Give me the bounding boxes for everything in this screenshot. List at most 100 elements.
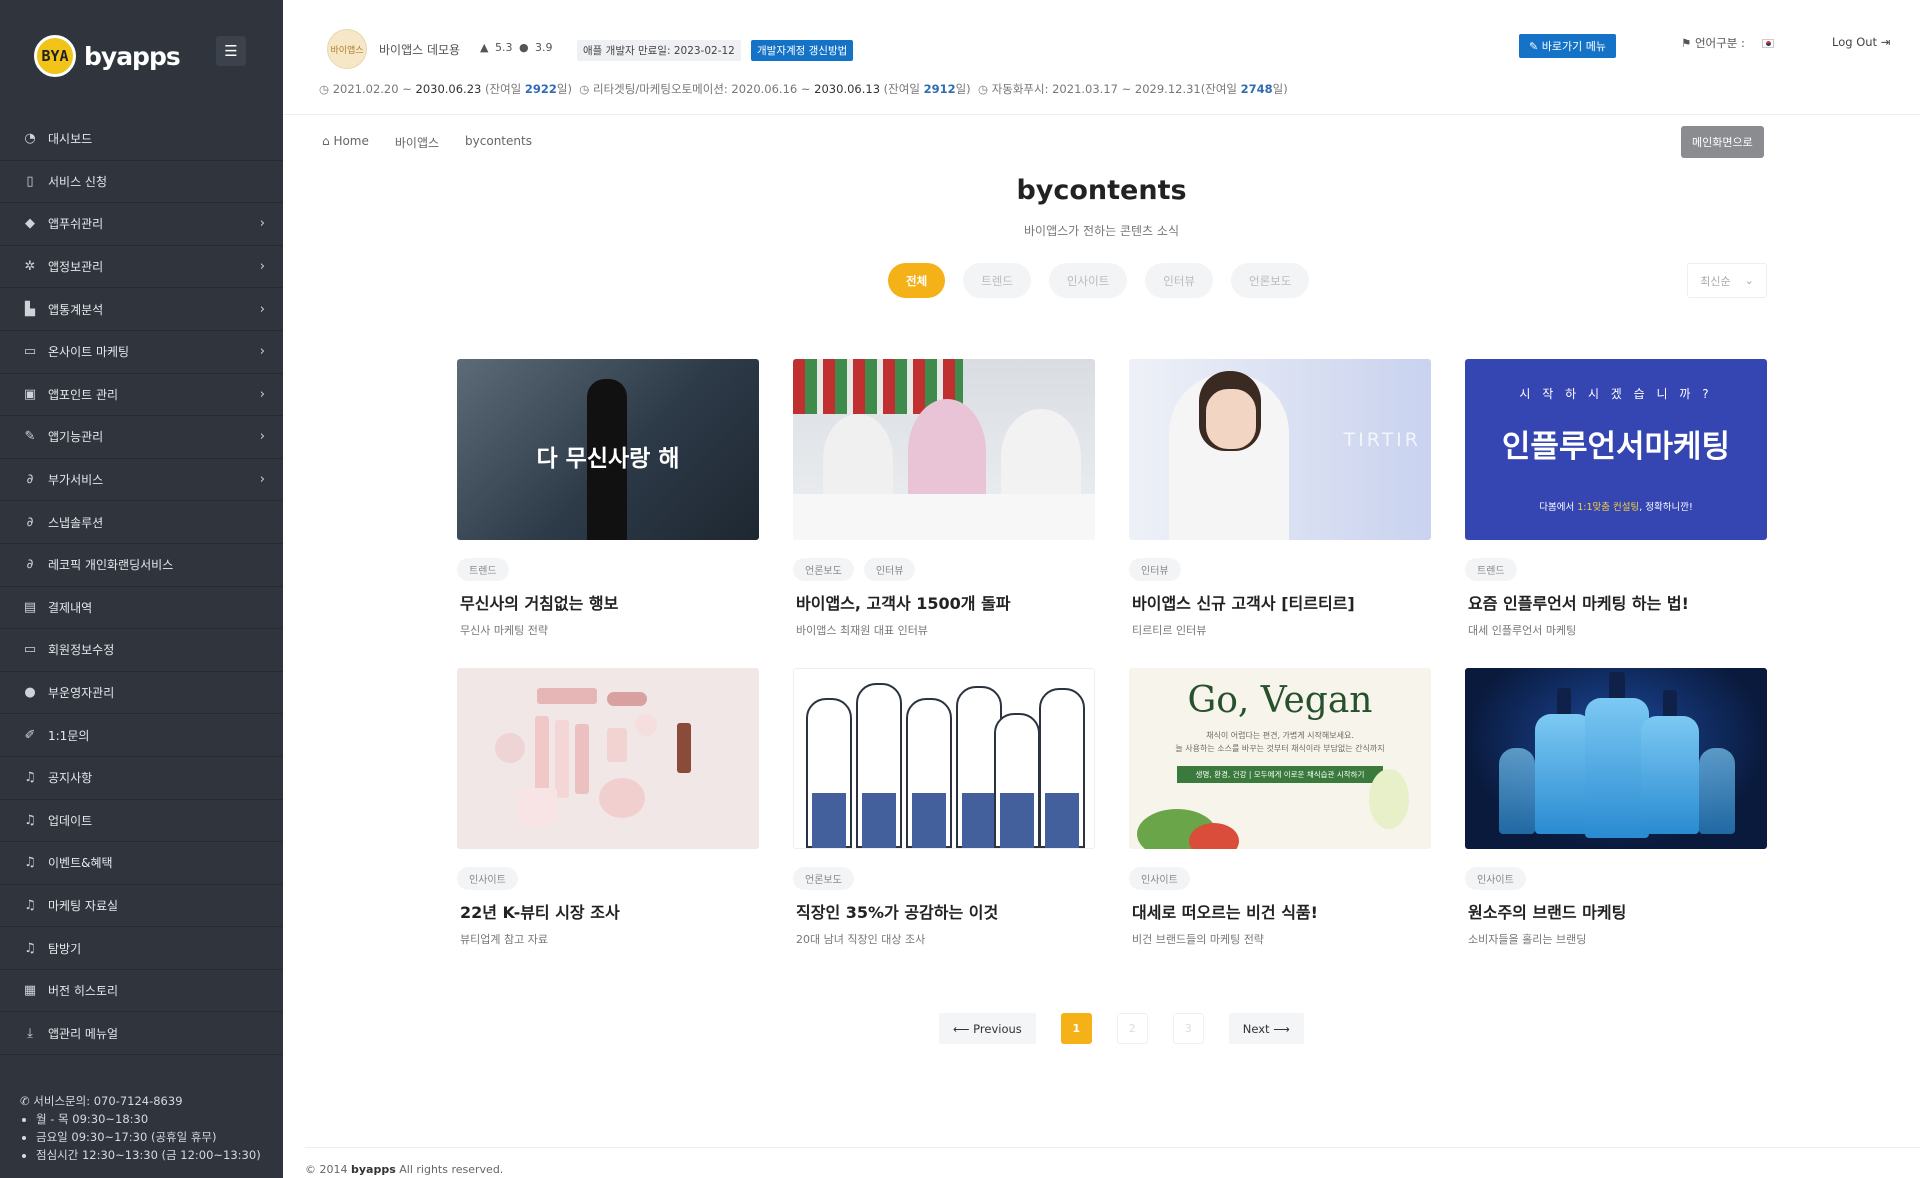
sidebar-item[interactable]: ♫ 마케팅 자료실: [0, 885, 283, 928]
card-thumbnail[interactable]: 시 작 하 시 겠 습 니 까 ? 인플루언서마케팅 다봄에서 1:1맞춤 컨설…: [1465, 359, 1767, 540]
content-card[interactable]: 언론보도 직장인 35%가 공감하는 이것 20대 남녀 직장인 대상 조사: [793, 668, 1095, 977]
sidebar-item[interactable]: ▤ 결제내역: [0, 587, 283, 630]
content-card[interactable]: 인사이트 22년 K-뷰티 시장 조사 뷰티업계 참고 자료: [457, 668, 759, 977]
sidebar-item[interactable]: ● 부운영자관리: [0, 672, 283, 715]
microphone-icon: ♫: [24, 897, 36, 913]
card-title[interactable]: 직장인 35%가 공감하는 이것: [793, 899, 1095, 923]
bottle: [1499, 748, 1535, 834]
card-title[interactable]: 요즘 인플루언서 마케팅 하는 법!: [1465, 590, 1767, 614]
sidebar-item-label: 대시보드: [48, 132, 93, 147]
card-tag: 트렌드: [457, 558, 509, 581]
sidebar-item[interactable]: ▦ 버전 히스토리: [0, 970, 283, 1013]
hours-line: 월 - 목 09:30~18:30: [36, 1110, 261, 1128]
card-title[interactable]: 22년 K-뷰티 시장 조사: [457, 899, 759, 923]
sidebar-item[interactable]: ▣ 앱포인트 관리 ›: [0, 374, 283, 417]
chevron-right-icon: ›: [259, 344, 265, 360]
filter-chip[interactable]: 트렌드: [963, 263, 1031, 298]
card-thumbnail[interactable]: Go, Vegan 채식이 어렵다는 편견, 가볍게 시작해보세요. 늘 사용하…: [1129, 668, 1431, 849]
pants: [912, 793, 946, 848]
card-thumbnail[interactable]: [793, 359, 1095, 540]
sidebar-item-label: 온사이트 마케팅: [48, 345, 130, 360]
paperclip-icon: ∂: [26, 557, 34, 573]
next-button[interactable]: Next ⟶: [1228, 1013, 1304, 1044]
hours-line: 점심시간 12:30~13:30 (금 12:00~13:30): [36, 1146, 261, 1164]
main-page-button[interactable]: 메인화면으로: [1681, 126, 1764, 158]
breadcrumb-home[interactable]: ⌂ Home: [322, 134, 369, 151]
filter-chip[interactable]: 인터뷰: [1145, 263, 1213, 298]
download-icon: ⤓: [27, 1025, 33, 1041]
cosmetic-item: [607, 728, 627, 762]
shortcut-menu-button[interactable]: ✎ 바로가기 메뉴: [1519, 34, 1616, 58]
card-tag: 인사이트: [1465, 867, 1526, 890]
footer-divider: [305, 1147, 1920, 1148]
sidebar-item-label: 이벤트&혜택: [48, 856, 113, 871]
card-tag: 인터뷰: [1129, 558, 1181, 581]
gift-icon: ▣: [23, 386, 37, 402]
card-thumbnail[interactable]: [457, 668, 759, 849]
sidebar-item[interactable]: ⤓ 앱관리 메뉴얼: [0, 1012, 283, 1056]
card-title[interactable]: 대세로 떠오르는 비건 식품!: [1129, 899, 1431, 923]
content-card[interactable]: 인사이트 원소주의 브랜드 마케팅 소비자들을 홀리는 브랜딩: [1465, 668, 1767, 977]
filter-chip[interactable]: 전체: [888, 263, 946, 298]
renew-account-button[interactable]: 개발자계정 갱신방법: [751, 40, 854, 61]
sidebar-item[interactable]: ♫ 업데이트: [0, 800, 283, 843]
logo[interactable]: BYA byapps: [34, 35, 181, 77]
filter-chip[interactable]: 언론보도: [1231, 263, 1310, 298]
archive-icon: ▦: [23, 983, 37, 999]
card-thumbnail[interactable]: 다 무신사랑 해: [457, 359, 759, 540]
sidebar-item[interactable]: ▭ 온사이트 마케팅 ›: [0, 331, 283, 374]
service-dates: ◷ 2021.02.20 ~ 2030.06.23 (잔여일 2922일) ◷ …: [319, 82, 1288, 96]
hamburger-menu-icon[interactable]: ☰: [216, 36, 246, 66]
sidebar-item-label: 앱정보관리: [48, 260, 104, 275]
sidebar-item-label: 공지사항: [48, 771, 93, 786]
card-icon: ▭: [23, 642, 37, 658]
sidebar-item-label: 부운영자관리: [48, 686, 115, 701]
sidebar-item-label: 레코픽 개인화랜딩서비스: [48, 558, 174, 573]
sidebar-item[interactable]: ∂ 스냅솔루션: [0, 501, 283, 544]
content-card[interactable]: 언론보도 인터뷰 바이앱스, 고객사 1500개 돌파 바이앱스 최재원 대표 인…: [793, 359, 1095, 668]
card-thumbnail[interactable]: [1465, 668, 1767, 849]
page-button[interactable]: 3: [1172, 1013, 1204, 1044]
card-tag: 인사이트: [1129, 867, 1190, 890]
sidebar-item[interactable]: ♫ 탐방기: [0, 927, 283, 970]
sidebar-item[interactable]: ∂ 레코픽 개인화랜딩서비스: [0, 544, 283, 587]
thumbnail-headline: Go, Vegan: [1187, 680, 1373, 721]
sidebar-item[interactable]: ♫ 이벤트&혜택: [0, 842, 283, 885]
page-button[interactable]: 2: [1116, 1013, 1148, 1044]
bottle: [1641, 716, 1699, 834]
card-thumbnail[interactable]: [793, 668, 1095, 849]
person: [908, 399, 986, 504]
person: [823, 414, 893, 504]
breadcrumb-item[interactable]: 바이앱스: [395, 134, 439, 151]
cosmetic-item: [607, 692, 647, 706]
sidebar-item[interactable]: ▙ 앱통계분석 ›: [0, 288, 283, 331]
filter-chip[interactable]: 인사이트: [1048, 263, 1128, 298]
card-title[interactable]: 무신사의 거침없는 행보: [457, 590, 759, 614]
sidebar-item[interactable]: ▭ 회원정보수정: [0, 629, 283, 672]
pants: [862, 793, 896, 848]
sidebar-item[interactable]: ✎ 앱기능관리 ›: [0, 416, 283, 459]
language-selector[interactable]: ⚑ 언어구분 :: [1681, 35, 1775, 51]
page-button[interactable]: 1: [1060, 1013, 1092, 1044]
gear-icon: ✲: [24, 259, 36, 275]
content-card[interactable]: Go, Vegan 채식이 어렵다는 편견, 가볍게 시작해보세요. 늘 사용하…: [1129, 668, 1431, 977]
sidebar-item[interactable]: ♫ 공지사항: [0, 757, 283, 800]
sidebar-item[interactable]: ✐ 1:1문의: [0, 714, 283, 757]
sort-select[interactable]: 최신순 ⌄: [1687, 263, 1767, 298]
card-subtitle: 비건 브랜드들의 마케팅 전략: [1132, 933, 1264, 946]
sidebar-item[interactable]: ✲ 앱정보관리 ›: [0, 246, 283, 289]
content-card[interactable]: 시 작 하 시 겠 습 니 까 ? 인플루언서마케팅 다봄에서 1:1맞춤 컨설…: [1465, 359, 1767, 668]
previous-button[interactable]: ⟵ Previous: [939, 1013, 1036, 1044]
card-title[interactable]: 바이앱스 신규 고객사 [티르티르]: [1129, 590, 1431, 614]
card-title[interactable]: 바이앱스, 고객사 1500개 돌파: [793, 590, 1095, 614]
sidebar-item[interactable]: ◔ 대시보드: [0, 118, 283, 161]
content-card[interactable]: TIRTIR 인터뷰 바이앱스 신규 고객사 [티르티르] 티르티르 인터뷰: [1129, 359, 1431, 668]
card-title[interactable]: 원소주의 브랜드 마케팅: [1465, 899, 1767, 923]
category-filters: 전체 트렌드 인사이트 인터뷰 언론보도: [888, 263, 1310, 298]
apple-icon: ●: [519, 41, 529, 54]
pants: [962, 793, 996, 848]
sidebar-item[interactable]: ∂ 부가서비스 ›: [0, 459, 283, 502]
logout-button[interactable]: Log Out ⇥: [1832, 35, 1890, 49]
content-card[interactable]: 다 무신사랑 해 트렌드 무신사의 거침없는 행보 무신사 마케팅 전략: [457, 359, 759, 668]
card-thumbnail[interactable]: TIRTIR: [1129, 359, 1431, 540]
